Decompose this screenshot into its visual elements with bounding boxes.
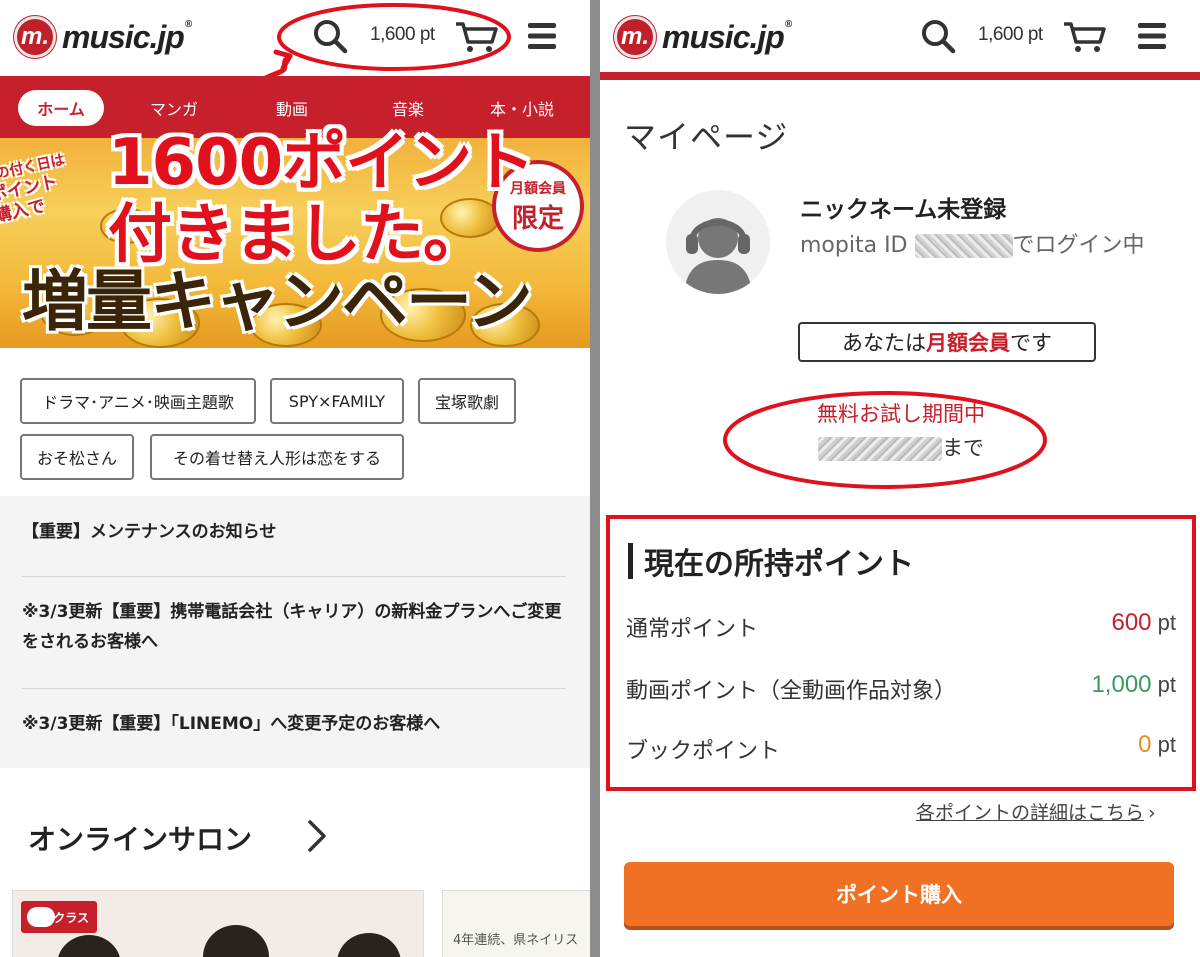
tag-item[interactable]: 宝塚歌劇 xyxy=(418,378,516,424)
salon-card[interactable]: クラス xyxy=(12,890,424,957)
search-icon[interactable] xyxy=(920,18,956,58)
buy-points-button[interactable]: ポイント購入 xyxy=(624,862,1174,926)
user-headphones-icon xyxy=(684,218,752,294)
divider xyxy=(22,576,566,577)
points-row-label: ブックポイント xyxy=(626,739,781,764)
nav-books[interactable]: 本・小説 xyxy=(490,96,554,120)
menu-icon[interactable] xyxy=(528,22,556,54)
screen-divider xyxy=(590,0,600,957)
right-screen: m. music.jp® 1,600 pt マイページ ニックネーム未登録 mo… xyxy=(600,0,1200,957)
points-row-label: 動画ポイント（全動画作品対象） xyxy=(626,679,957,704)
points-row-label: 通常ポイント xyxy=(626,617,759,642)
nav-music[interactable]: 音楽 xyxy=(392,96,424,120)
left-screen: m. music.jp® 1,600 pt ホーム マンガ 動画 音楽 本・小説 xyxy=(0,0,590,957)
tag-item[interactable]: おそ松さん xyxy=(20,434,134,480)
salon-card[interactable]: 4年連続、県ネイリス xyxy=(442,890,590,957)
nickname: ニックネーム未登録 xyxy=(800,197,1007,223)
avatar xyxy=(666,190,770,294)
chevron-right-icon: › xyxy=(1148,802,1156,824)
notice-item[interactable]: ※3/3更新【重要】「LINEMO」へ変更予定のお客様へ xyxy=(22,710,566,740)
registered-mark: ® xyxy=(784,18,792,30)
tag-item[interactable]: ドラマ･アニメ･映画主題歌 xyxy=(20,378,256,424)
cart-icon[interactable] xyxy=(1062,18,1106,58)
annotation-text: 1600ポイント 付きました。 xyxy=(108,126,535,272)
trial-label: 無料お試し期間中 xyxy=(817,402,985,426)
nav-manga[interactable]: マンガ xyxy=(150,96,198,120)
header-accent-bar xyxy=(600,72,1200,80)
tag-item[interactable]: SPY×FAMILY xyxy=(270,378,404,424)
logo-text: music.jp xyxy=(662,18,785,55)
logo-text: music.jp xyxy=(62,18,185,55)
logo-mark: m. xyxy=(614,16,656,58)
menu-icon[interactable] xyxy=(1138,22,1166,54)
nav-video[interactable]: 動画 xyxy=(276,96,308,120)
chevron-right-icon[interactable] xyxy=(304,818,330,858)
page-title: マイページ xyxy=(624,118,789,156)
notice-item[interactable]: 【重要】メンテナンスのお知らせ xyxy=(22,518,566,548)
section-title[interactable]: オンラインサロン xyxy=(28,818,252,858)
tag-item[interactable]: その着せ替え人形は恋をする xyxy=(150,434,404,480)
points-detail-link[interactable]: 各ポイントの詳細はこちら › xyxy=(916,798,1156,825)
notice-list: 【重要】メンテナンスのお知らせ ※3/3更新【重要】携帯電話会社（キャリア）の新… xyxy=(0,496,590,768)
logo-mark: m. xyxy=(14,16,56,58)
points-summary: 現在の所持ポイント 通常ポイント 600 pt 動画ポイント（全動画作品対象） … xyxy=(606,515,1196,791)
membership-status: あなたは 月額会員 です xyxy=(798,322,1096,362)
trial-end-date: まで xyxy=(796,432,1006,462)
points-balance[interactable]: 1,600 pt xyxy=(978,24,1043,46)
redacted-id xyxy=(914,234,1013,258)
notice-item[interactable]: ※3/3更新【重要】携帯電話会社（キャリア）の新料金プランへご変更をされるお客様… xyxy=(22,598,566,658)
divider xyxy=(22,688,566,689)
site-logo[interactable]: m. music.jp® xyxy=(614,16,792,58)
nav-home[interactable]: ホーム xyxy=(18,90,104,126)
points-row-value: 1,000 pt xyxy=(1091,671,1176,698)
points-row-value: 600 pt xyxy=(1111,609,1176,636)
class-badge: クラス xyxy=(21,901,97,933)
site-logo[interactable]: m. music.jp® xyxy=(14,16,192,58)
redacted-date xyxy=(818,437,942,461)
header: m. music.jp® 1,600 pt xyxy=(600,0,1200,76)
login-status: mopita ID でログイン中 xyxy=(800,233,1145,258)
points-heading: 現在の所持ポイント xyxy=(628,539,914,583)
points-row-value: 0 pt xyxy=(1138,731,1176,758)
